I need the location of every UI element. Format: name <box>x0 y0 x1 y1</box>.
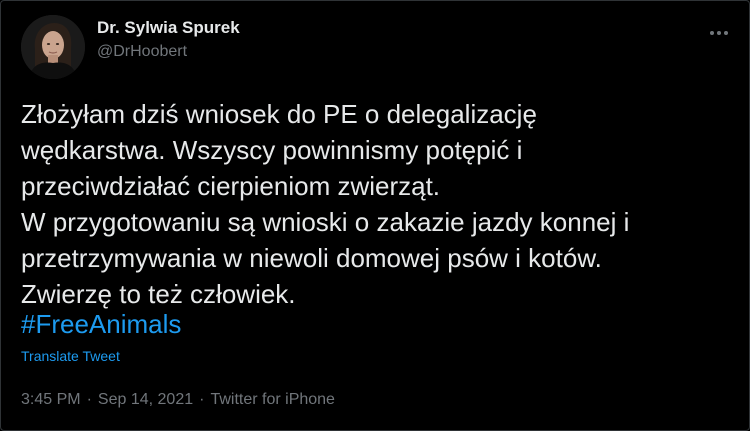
avatar-image <box>21 15 85 79</box>
more-horizontal-icon <box>710 31 728 35</box>
tweet-text: Złożyłam dziś wniosek do PE o delegaliza… <box>21 99 630 309</box>
author-handle[interactable]: @DrHoobert <box>97 41 240 63</box>
meta-separator: · <box>199 391 205 408</box>
meta-separator: · <box>86 391 92 408</box>
tweet-time[interactable]: 3:45 PM <box>21 389 81 411</box>
avatar[interactable] <box>21 15 85 79</box>
author-names: Dr. Sylwia Spurek @DrHoobert <box>97 17 240 63</box>
more-options-button[interactable] <box>707 21 731 45</box>
tweet-header: Dr. Sylwia Spurek @DrHoobert <box>21 15 240 79</box>
tweet-meta: 3:45 PM · Sep 14, 2021 · Twitter for iPh… <box>21 389 335 411</box>
tweet-source[interactable]: Twitter for iPhone <box>210 389 335 411</box>
hashtag-link[interactable]: #FreeAnimals <box>21 306 181 342</box>
tweet-date[interactable]: Sep 14, 2021 <box>98 389 193 411</box>
author-display-name[interactable]: Dr. Sylwia Spurek <box>97 17 240 39</box>
translate-tweet-link[interactable]: Translate Tweet <box>21 347 120 365</box>
tweet-card: Dr. Sylwia Spurek @DrHoobert Złożyłam dz… <box>0 0 750 431</box>
